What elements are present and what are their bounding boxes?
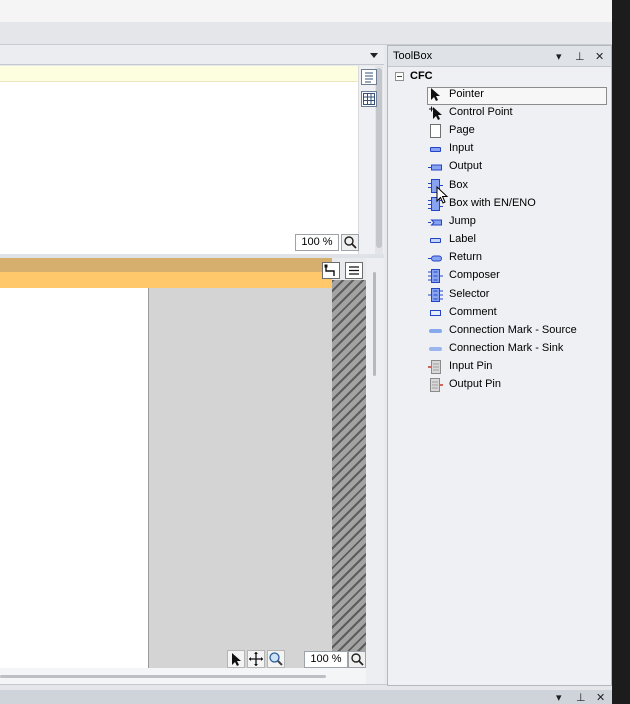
toolbox-item-input-pin[interactable]: Input Pin — [428, 358, 606, 376]
route-connections-icon[interactable] — [322, 262, 340, 279]
collapse-icon[interactable] — [395, 72, 404, 81]
toolbox-item-label: Jump — [449, 215, 476, 227]
document-tab-strip — [0, 22, 612, 45]
jump-icon — [428, 215, 443, 229]
connection-mark-sink-icon — [428, 342, 443, 356]
toolbox-item-label: Connection Mark - Source — [449, 324, 577, 336]
canvas-hscroll-thumb[interactable] — [0, 675, 326, 678]
output-icon — [428, 160, 443, 174]
toolbox-item-output[interactable]: Output — [428, 158, 606, 176]
toolbox-item-box[interactable]: Box — [428, 177, 606, 195]
pan-tool-icon[interactable] — [247, 650, 265, 668]
lower-zoom-field[interactable]: 100 % — [304, 651, 348, 668]
label-icon — [428, 233, 443, 247]
toolbox-item-label: Return — [449, 251, 483, 263]
canvas-outside-page[interactable] — [149, 288, 332, 668]
toolbox-item-label: Selector — [449, 288, 490, 300]
canvas-page-header — [0, 272, 332, 288]
zoom-magnifier-icon[interactable] — [348, 651, 366, 668]
toolbox-item-label: Input Pin — [449, 360, 493, 372]
close-icon[interactable]: ✕ — [596, 691, 605, 704]
toolbox-item-selector[interactable]: Selector — [428, 286, 606, 304]
return-icon — [428, 251, 443, 265]
toolbox-item-box-with-en-eno[interactable]: Box with EN/ENO — [428, 195, 606, 213]
pin-icon[interactable]: ⊥ — [576, 691, 586, 704]
toolbox-item-comment[interactable]: Comment — [428, 304, 606, 322]
chevron-down-icon[interactable]: ▾ — [556, 50, 562, 63]
toolbox-item-connection-mark-sink[interactable]: Connection Mark - Sink — [428, 340, 606, 358]
declaration-line[interactable] — [0, 66, 358, 82]
toolbox-item-pointer[interactable]: Pointer — [428, 86, 606, 104]
zoom-tool-icon[interactable] — [267, 650, 285, 668]
mouse-cursor-icon — [436, 186, 449, 204]
toolbox-item-connection-mark-source[interactable]: Connection Mark - Source — [428, 322, 606, 340]
textual-view-icon[interactable] — [361, 69, 377, 85]
toolbox-item-label: Control Point — [449, 106, 513, 118]
input-icon — [428, 142, 443, 156]
toolbox-item-label[interactable]: Label — [428, 231, 606, 249]
bottom-pane-header — [0, 690, 612, 704]
toolbox-item-label: Box — [449, 179, 468, 191]
toolbox-item-label: Pointer — [449, 88, 484, 100]
toolbox-item-composer[interactable]: Composer — [428, 267, 606, 285]
selector-icon — [428, 288, 443, 302]
pointer-tool-icon[interactable] — [227, 650, 245, 668]
toolbox-item-label: Comment — [449, 306, 497, 318]
toolbox-item-return[interactable]: Return — [428, 249, 606, 267]
page-icon — [428, 124, 443, 138]
toolbox-item-label: Output Pin — [449, 378, 501, 390]
toolbox-item-jump[interactable]: Jump — [428, 213, 606, 231]
zoom-magnifier-icon[interactable] — [341, 234, 359, 251]
canvas-scroll-thumb[interactable] — [373, 272, 376, 376]
toolbox-item-output-pin[interactable]: Output Pin — [428, 376, 606, 394]
toolbox-item-label: Output — [449, 160, 483, 172]
tabular-view-icon[interactable] — [361, 91, 377, 107]
chevron-down-icon[interactable]: ▾ — [556, 691, 562, 704]
toolbox-item-label: Box with EN/ENO — [449, 197, 536, 209]
cfc-canvas[interactable] — [0, 288, 148, 668]
pointer-arrow-icon — [428, 88, 443, 102]
toolbox-title: ToolBox — [393, 50, 433, 62]
pin-icon[interactable]: ⊥ — [575, 50, 585, 63]
composer-icon — [428, 269, 443, 283]
toolbox-item-label: Composer — [449, 269, 500, 281]
toolbox-item-label: Connection Mark - Sink — [449, 342, 564, 354]
toolbox-item-control-point[interactable]: Control Point — [428, 104, 606, 122]
toolbox-item-label: Input — [449, 142, 474, 154]
connection-mark-source-icon — [428, 324, 443, 338]
toolbox-item-label: Label — [449, 233, 476, 245]
window-edge — [612, 0, 630, 704]
output-pin-icon — [428, 378, 443, 392]
editor-dropdown-icon[interactable] — [368, 50, 380, 60]
editor-header — [0, 45, 384, 65]
toolbox-item-label: Page — [449, 124, 475, 136]
upper-zoom-field[interactable]: 100 % — [295, 234, 339, 251]
canvas-page-ruler — [0, 258, 332, 272]
toolbox-item-input[interactable]: Input — [428, 140, 606, 158]
input-pin-icon — [428, 360, 443, 374]
close-icon[interactable]: ✕ — [595, 50, 604, 63]
toolbox-item-page[interactable]: Page — [428, 122, 606, 140]
toolbox-category-cfc[interactable]: CFC — [410, 70, 433, 82]
top-strip — [0, 0, 612, 22]
declaration-editor[interactable] — [0, 82, 358, 254]
list-view-icon[interactable] — [345, 262, 363, 279]
control-point-icon — [428, 106, 443, 120]
canvas-hatched-margin — [332, 280, 366, 668]
comment-icon — [428, 306, 443, 320]
